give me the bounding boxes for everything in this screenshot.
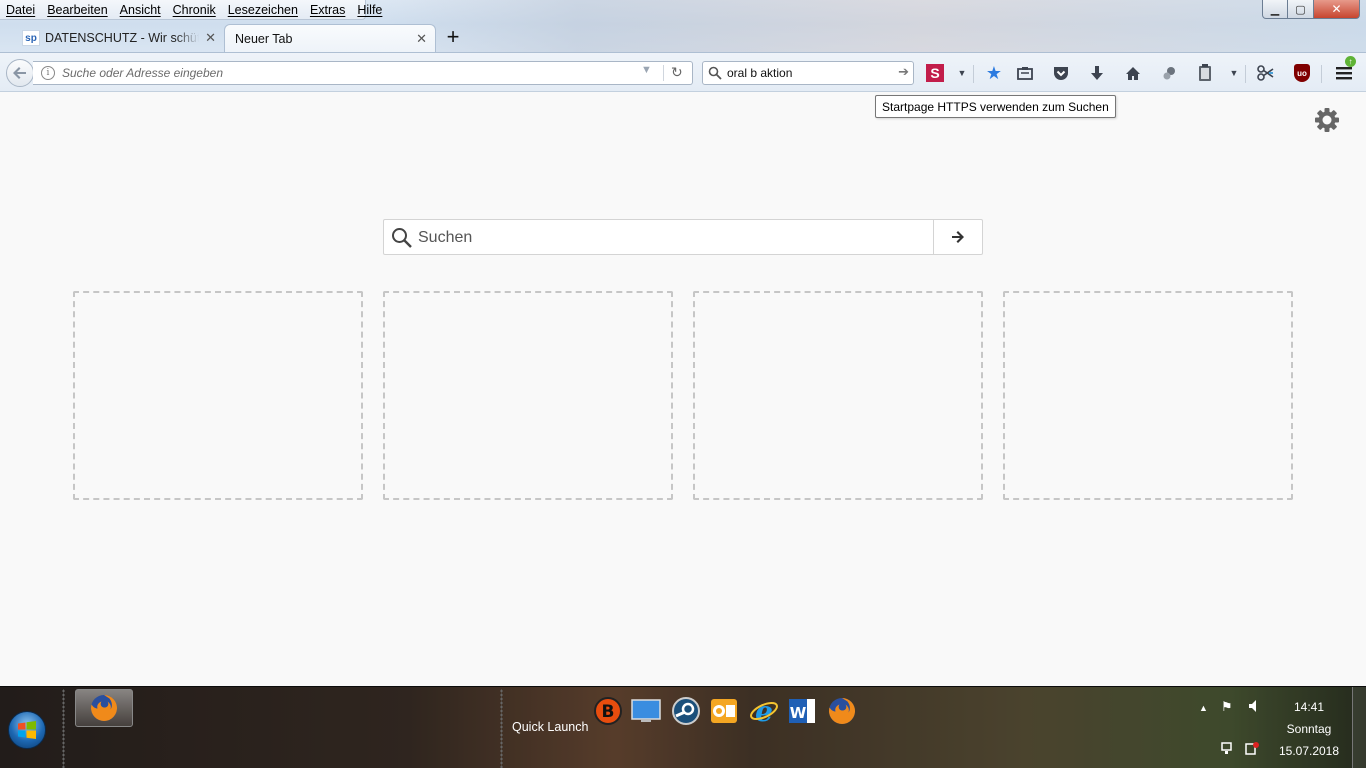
download-icon[interactable] (1087, 63, 1107, 83)
tab-close-icon[interactable]: ✕ (205, 30, 216, 46)
toolbar-separator (1245, 65, 1246, 83)
menu-hilfe[interactable]: Hilfe (357, 3, 382, 17)
update-badge-icon: ↑ (1345, 56, 1356, 67)
menu-datei[interactable]: Datei (6, 3, 35, 17)
quicklaunch-desktop-icon[interactable] (630, 695, 662, 727)
arrow-right-icon (952, 231, 964, 243)
tab-title: DATENSCHUTZ - Wir schützen (45, 31, 199, 45)
tab-datenschutz[interactable]: sp DATENSCHUTZ - Wir schützen ✕ (18, 24, 224, 52)
quicklaunch-word-icon[interactable]: W (786, 695, 818, 727)
quicklaunch-browser-b-icon[interactable]: B (592, 695, 624, 727)
startpage-favicon-icon: sp (22, 30, 40, 46)
menubar: Datei Bearbeiten Ansicht Chronik Lesezei… (0, 0, 382, 20)
url-bar: i ▼ ↻ (33, 61, 693, 85)
clock-time[interactable]: 14:41 (1274, 700, 1344, 714)
toolbar-separator (973, 65, 974, 83)
back-button[interactable] (6, 59, 34, 87)
navigation-toolbar: i ▼ ↻ ➔ S ▼ ★ (0, 52, 1366, 92)
empty-top-site-tile[interactable] (73, 291, 363, 500)
newtab-search-submit-button[interactable] (933, 220, 982, 254)
svg-text:e: e (755, 696, 773, 726)
ublock-badge: uo (1294, 64, 1310, 82)
volume-icon[interactable] (1248, 699, 1260, 716)
extension-gears-icon[interactable] (1159, 63, 1179, 83)
search-input[interactable] (727, 66, 891, 80)
history-dropdown-icon[interactable]: ▼ (641, 64, 652, 76)
reload-icon[interactable]: ↻ (671, 64, 683, 81)
taskbar-firefox-button[interactable] (75, 689, 133, 727)
clock-date[interactable]: 15.07.2018 (1274, 744, 1344, 758)
pocket-icon[interactable] (1051, 63, 1071, 83)
search-icon[interactable] (703, 62, 727, 84)
url-separator (663, 65, 664, 81)
quicklaunch-steam-icon[interactable] (670, 695, 702, 727)
arrow-left-icon (13, 67, 26, 79)
tab-strip: sp DATENSCHUTZ - Wir schützen ✕ Neuer Ta… (0, 24, 1366, 52)
search-go-icon[interactable]: ➔ (898, 64, 909, 80)
tab-close-icon[interactable]: ✕ (416, 31, 427, 47)
empty-top-site-tile[interactable] (1003, 291, 1293, 500)
menu-chronik[interactable]: Chronik (173, 3, 216, 17)
menu-ansicht[interactable]: Ansicht (120, 3, 161, 17)
windows-taskbar: Quick Launch B e W ▲ ⚑ 14:41 Sonntag 15.… (0, 686, 1366, 768)
new-tab-button[interactable]: + (442, 26, 464, 49)
bookmarks-menu-icon[interactable] (1015, 63, 1035, 83)
search-bar: ➔ (702, 61, 914, 85)
info-icon[interactable]: i (41, 66, 55, 80)
tab-neuer-tab[interactable]: Neuer Tab ✕ (224, 24, 436, 52)
action-center-flag-icon[interactable]: ⚑ (1221, 699, 1233, 715)
clock-day[interactable]: Sonntag (1274, 722, 1344, 736)
taskbar-grip[interactable] (62, 689, 65, 768)
ublock-origin-icon[interactable]: uo (1292, 63, 1312, 83)
svg-text:W: W (790, 704, 807, 722)
quicklaunch-internet-explorer-icon[interactable]: e (748, 695, 780, 727)
startpage-extension-button[interactable]: S (925, 63, 945, 83)
startpage-icon: S (926, 64, 944, 82)
empty-top-site-tile[interactable] (693, 291, 983, 500)
menu-extras[interactable]: Extras (310, 3, 345, 17)
gear-icon[interactable] (1314, 107, 1340, 133)
browser-chrome: Datei Bearbeiten Ansicht Chronik Lesezei… (0, 0, 1366, 92)
close-window-button[interactable]: ✕ (1314, 0, 1360, 19)
windows-logo-icon (18, 721, 36, 739)
chevron-down-icon[interactable]: ▼ (952, 63, 972, 83)
tooltip: Startpage HTTPS verwenden zum Suchen (875, 95, 1116, 118)
minimize-button[interactable]: ▁ (1262, 0, 1288, 19)
show-hidden-icons-icon[interactable]: ▲ (1199, 703, 1208, 713)
newtab-search-input[interactable] (418, 226, 918, 250)
search-icon (391, 227, 413, 252)
firefox-icon (91, 695, 118, 721)
power-icon[interactable] (1245, 741, 1259, 758)
toolbar-separator (1321, 65, 1322, 83)
svg-text:B: B (602, 702, 615, 722)
network-icon[interactable] (1221, 741, 1235, 758)
clipboard-icon[interactable] (1195, 63, 1215, 83)
quicklaunch-outlook-icon[interactable] (708, 695, 740, 727)
empty-top-site-tile[interactable] (383, 291, 673, 500)
menu-bearbeiten[interactable]: Bearbeiten (47, 3, 107, 17)
bookmark-star-icon[interactable]: ★ (984, 63, 1004, 83)
url-input[interactable] (62, 66, 632, 80)
taskbar-grip[interactable] (500, 689, 503, 768)
quicklaunch-firefox-icon[interactable] (826, 695, 858, 727)
window-controls: ▁ ▢ ✕ (1262, 0, 1360, 19)
quick-launch-label[interactable]: Quick Launch (512, 720, 588, 734)
home-icon[interactable] (1123, 63, 1143, 83)
menu-lesezeichen[interactable]: Lesezeichen (228, 3, 298, 17)
maximize-button[interactable]: ▢ (1288, 0, 1314, 19)
chevron-down-icon[interactable]: ▼ (1224, 63, 1244, 83)
screenshot-scissors-icon[interactable] (1256, 63, 1276, 83)
newtab-search-box (383, 219, 983, 255)
show-desktop-button[interactable] (1352, 687, 1366, 768)
windows-start-button[interactable] (8, 711, 46, 749)
tab-title: Neuer Tab (235, 31, 293, 46)
